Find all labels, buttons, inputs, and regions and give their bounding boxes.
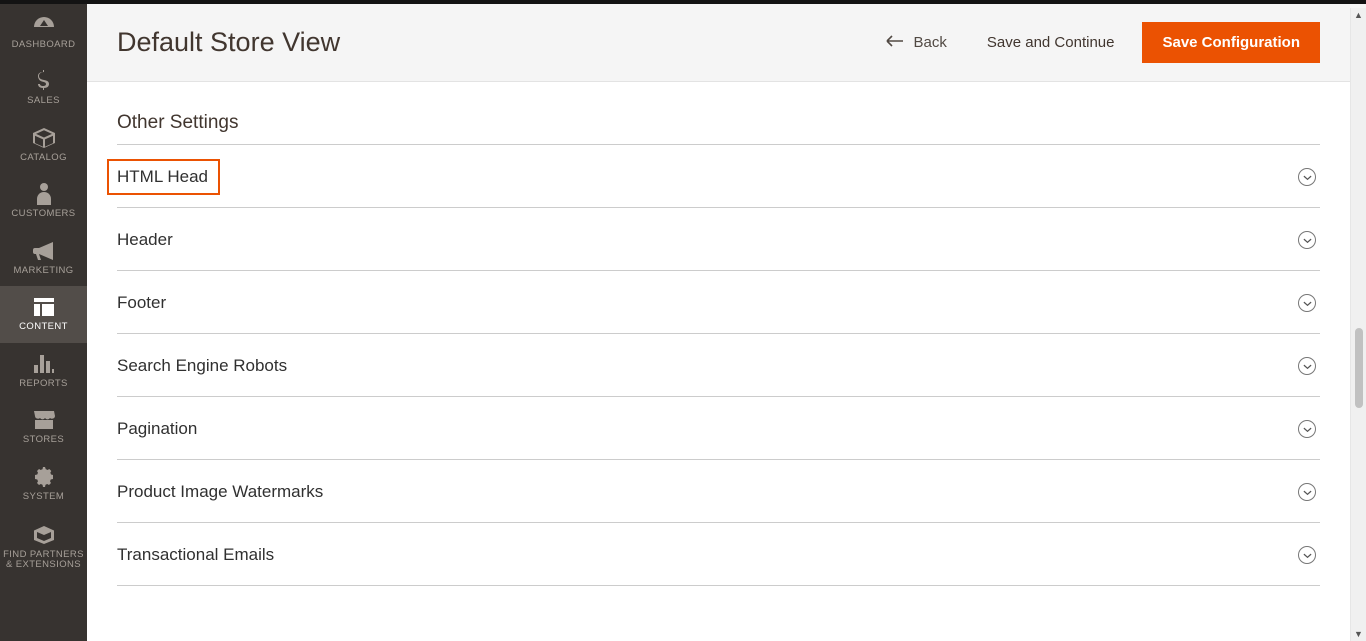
bars-icon [34,353,54,375]
gauge-icon [32,14,56,36]
box-icon [33,127,55,149]
sidebar-item-sales[interactable]: SALES [0,60,87,116]
dollar-icon [36,70,52,92]
chevron-down-icon [1298,546,1316,564]
page-header: Default Store View Back Save and Continu… [87,4,1350,82]
settings-row-watermarks[interactable]: Product Image Watermarks [117,460,1320,523]
gear-icon [34,466,54,488]
scroll-thumb[interactable] [1355,328,1363,408]
settings-row-header[interactable]: Header [117,208,1320,271]
settings-row-html-head[interactable]: HTML Head [117,145,1320,208]
sidebar-item-label: CUSTOMERS [11,209,75,219]
row-label: Footer [117,293,166,313]
megaphone-icon [33,240,55,262]
chevron-down-icon [1298,420,1316,438]
row-label: Search Engine Robots [117,356,287,376]
row-label: HTML Head [117,167,208,186]
sidebar-item-label: CATALOG [20,153,67,163]
layout-icon [34,296,54,318]
save-configuration-button[interactable]: Save Configuration [1142,22,1320,63]
row-label: Transactional Emails [117,545,274,565]
chevron-down-icon [1298,357,1316,375]
content: Other Settings HTML Head Header Footer [87,82,1350,641]
sidebar-item-reports[interactable]: REPORTS [0,343,87,399]
save-continue-button[interactable]: Save and Continue [975,26,1127,59]
back-button[interactable]: Back [874,26,959,59]
row-label: Product Image Watermarks [117,482,323,502]
settings-row-emails[interactable]: Transactional Emails [117,523,1320,586]
sidebar-item-label: CONTENT [19,322,68,332]
row-label: Header [117,230,173,250]
chevron-down-icon [1298,231,1316,249]
sidebar-item-catalog[interactable]: CATALOG [0,117,87,173]
settings-row-pagination[interactable]: Pagination [117,397,1320,460]
arrow-left-icon [886,34,904,51]
sidebar-item-label: MARKETING [13,266,73,276]
header-actions: Back Save and Continue Save Configuratio… [874,22,1320,63]
sidebar-item-partners[interactable]: FIND PARTNERS & EXTENSIONS [0,512,87,583]
package-icon [34,524,54,546]
storefront-icon [33,409,55,431]
back-label: Back [914,34,947,51]
sidebar-item-label: STORES [23,435,64,445]
settings-row-robots[interactable]: Search Engine Robots [117,334,1320,397]
sidebar-item-label: SALES [27,96,60,106]
sidebar-item-marketing[interactable]: MARKETING [0,230,87,286]
sidebar-item-system[interactable]: SYSTEM [0,456,87,512]
scroll-down-icon[interactable]: ▼ [1351,627,1366,641]
sidebar-item-dashboard[interactable]: DASHBOARD [0,4,87,60]
scrollbar[interactable]: ▲ ▼ [1350,8,1366,641]
admin-sidebar: DASHBOARD SALES CATALOG CUSTOMERS MARKET… [0,4,87,641]
chevron-down-icon [1298,294,1316,312]
main-area: Default Store View Back Save and Continu… [87,4,1366,641]
chevron-down-icon [1298,483,1316,501]
section-title: Other Settings [117,112,1320,134]
scroll-up-icon[interactable]: ▲ [1351,8,1366,22]
sidebar-item-stores[interactable]: STORES [0,399,87,455]
chevron-down-icon [1298,168,1316,186]
settings-row-footer[interactable]: Footer [117,271,1320,334]
sidebar-item-label: REPORTS [19,379,68,389]
row-label: Pagination [117,419,197,439]
page-title: Default Store View [117,27,340,58]
sidebar-item-customers[interactable]: CUSTOMERS [0,173,87,229]
sidebar-item-label: FIND PARTNERS & EXTENSIONS [2,550,85,571]
sidebar-item-label: DASHBOARD [12,40,76,50]
sidebar-item-label: SYSTEM [23,492,64,502]
person-icon [37,183,51,205]
sidebar-item-content[interactable]: CONTENT [0,286,87,342]
